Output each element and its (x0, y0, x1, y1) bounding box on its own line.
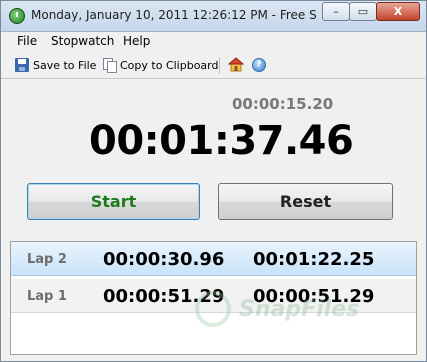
menu-stopwatch[interactable]: Stopwatch (51, 34, 114, 48)
lap-total-time: 00:01:22.25 (253, 249, 375, 270)
save-to-file-button[interactable]: Save to File (15, 56, 96, 74)
menu-file[interactable]: File (17, 34, 37, 48)
lap-split-time: 00:00:51.29 (103, 286, 225, 307)
start-button[interactable]: Start (27, 183, 200, 220)
current-lap-time: 00:00:15.20 (232, 95, 334, 113)
lap-split-time: 00:00:30.96 (103, 249, 225, 270)
reset-button[interactable]: Reset (218, 183, 393, 220)
copy-to-clipboard-button[interactable]: Copy to Clipboard (102, 56, 218, 74)
app-window: Monday, January 10, 2011 12:26:12 PM - F… (0, 0, 427, 362)
save-icon (15, 58, 29, 72)
toolbar-separator (219, 57, 220, 74)
save-to-file-label: Save to File (33, 58, 97, 72)
menu-bar: File Stopwatch Help (1, 32, 426, 52)
title-bar[interactable]: Monday, January 10, 2011 12:26:12 PM - F… (1, 1, 426, 32)
menu-help[interactable]: Help (123, 34, 150, 48)
lap-list[interactable]: Lap 2 00:00:30.96 00:01:22.25 Lap 1 00:0… (10, 241, 417, 355)
maximize-button[interactable]: ▭ (349, 2, 377, 21)
lap-label: Lap 2 (27, 252, 67, 267)
lap-row-1[interactable]: Lap 1 00:00:51.29 00:00:51.29 (11, 279, 416, 313)
stopwatch-app-icon[interactable] (9, 8, 25, 24)
window-title: Monday, January 10, 2011 12:26:12 PM - F… (31, 8, 316, 22)
toolbar: Save to File Copy to Clipboard ? (1, 52, 426, 79)
lap-label: Lap 1 (27, 289, 67, 304)
copy-to-clipboard-label: Copy to Clipboard (120, 58, 219, 72)
window-controls: – ▭ X (322, 2, 420, 21)
help-icon[interactable]: ? (252, 58, 266, 72)
home-icon[interactable] (228, 57, 244, 72)
minimize-button[interactable]: – (322, 2, 350, 21)
lap-row-2[interactable]: Lap 2 00:00:30.96 00:01:22.25 (11, 242, 416, 276)
close-button[interactable]: X (376, 2, 420, 21)
total-elapsed-time: 00:01:37.46 (89, 118, 354, 164)
copy-icon (102, 58, 117, 73)
lap-total-time: 00:00:51.29 (253, 286, 375, 307)
